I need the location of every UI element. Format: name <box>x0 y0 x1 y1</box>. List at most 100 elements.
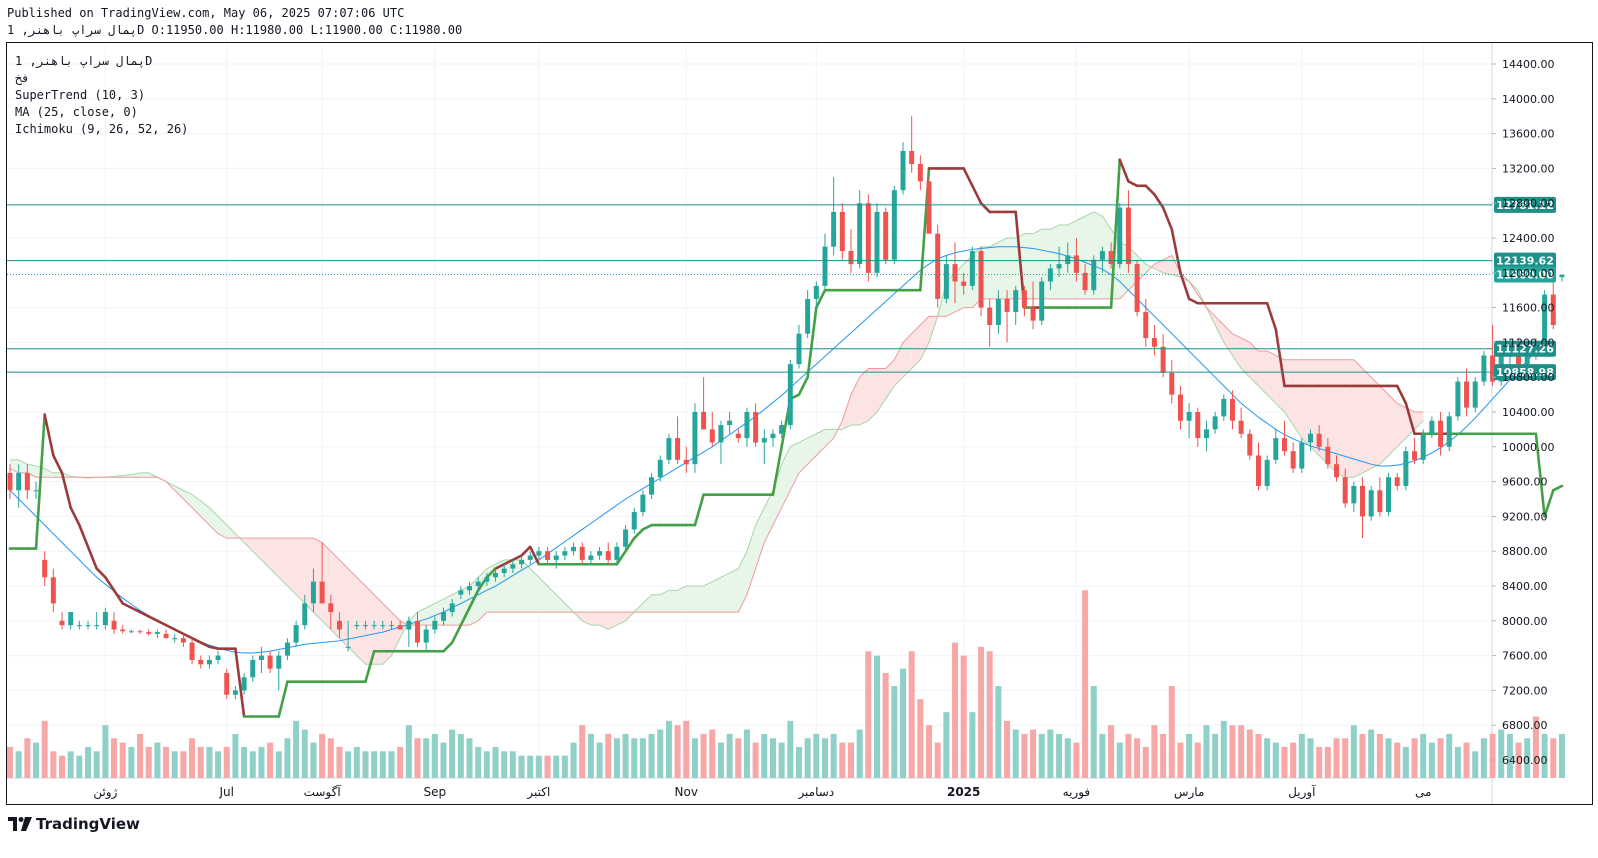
volume-bar <box>180 751 187 778</box>
candle-body <box>571 546 577 552</box>
cloud-segment <box>530 568 539 613</box>
candle-body <box>380 625 386 627</box>
candle-body <box>770 433 776 439</box>
candle-body <box>683 459 689 465</box>
volume-bar <box>1047 729 1054 778</box>
candle-body <box>94 625 100 627</box>
volume-bar <box>15 751 22 778</box>
cloud-segment <box>313 538 323 621</box>
candle-body <box>1238 420 1244 434</box>
candle-body <box>813 285 819 299</box>
supertrend-segment <box>78 523 90 549</box>
volume-bar <box>440 742 447 778</box>
x-tick-label: مارس <box>1174 785 1205 800</box>
volume-bar <box>33 742 40 778</box>
volume-bar <box>1272 742 1279 778</box>
candle-body <box>1386 477 1392 513</box>
legend-ma[interactable]: MA (25, close, 0) <box>15 104 188 121</box>
y-tick-label: 8400.00 <box>1502 580 1548 593</box>
candle-body <box>692 412 698 465</box>
volume-bar <box>1220 720 1227 778</box>
volume-bar <box>648 733 655 778</box>
supertrend-segment <box>797 375 809 396</box>
volume-bar <box>163 746 170 778</box>
candle-body <box>605 551 611 560</box>
volume-bar <box>978 646 985 778</box>
candle-body <box>33 490 39 492</box>
candle-body <box>935 233 941 299</box>
cloud-segment <box>44 468 54 478</box>
candle-body <box>423 629 429 643</box>
volume-bar <box>960 655 967 778</box>
candle-body <box>85 625 91 627</box>
volume-bar <box>631 738 638 778</box>
candle-body <box>1221 398 1227 417</box>
candle-body <box>1186 412 1192 421</box>
candle-body <box>1464 381 1470 408</box>
candle-body <box>1177 394 1183 421</box>
cloud-segment <box>920 316 930 360</box>
legend-ichimoku[interactable]: Ichimoku (9, 26, 52, 26) <box>15 121 188 138</box>
cloud-segment <box>1336 359 1346 478</box>
candle-body <box>501 568 507 573</box>
y-tick-label: 13200.00 <box>1502 162 1555 175</box>
volume-bar <box>769 738 776 778</box>
candle-body <box>24 472 30 491</box>
y-tick-label: 14000.00 <box>1502 93 1555 106</box>
supertrend-segment <box>182 632 194 640</box>
candle-body <box>493 572 499 578</box>
supertrend-segment <box>173 628 185 636</box>
volume-bar <box>353 746 360 778</box>
supertrend-segment <box>1395 384 1408 405</box>
candle-body <box>310 581 316 604</box>
volume-bar <box>327 738 334 778</box>
candle-body <box>1334 464 1340 478</box>
y-tick-label: 10800.00 <box>1502 371 1555 384</box>
volume-bar <box>1376 733 1383 778</box>
volume-bar <box>492 746 499 778</box>
candle-body <box>614 546 620 560</box>
volume-bar <box>518 755 525 778</box>
candle-body <box>701 412 707 430</box>
tradingview-logo[interactable]: TradingView <box>8 815 140 833</box>
cloud-segment <box>382 603 392 665</box>
candle-body <box>432 620 438 630</box>
volume-bar <box>544 755 551 778</box>
candle-body <box>969 251 975 286</box>
volume-bar <box>414 738 421 778</box>
y-tick-label: 14400.00 <box>1502 58 1555 71</box>
cloud-segment <box>53 472 63 478</box>
candle-body <box>172 638 178 640</box>
cloud-segment <box>270 538 279 578</box>
volume-bar <box>1021 733 1028 778</box>
volume-bar <box>804 738 811 778</box>
candle-body <box>371 625 377 627</box>
volume-bar <box>613 738 620 778</box>
cloud-segment <box>1397 403 1406 447</box>
supertrend-segment <box>277 680 289 718</box>
legend-supertrend[interactable]: SuperTrend (10, 3) <box>15 87 188 104</box>
candle-body <box>345 646 351 648</box>
supertrend-segment <box>43 413 55 457</box>
volume-bar <box>1264 738 1271 778</box>
candle-body <box>154 632 160 634</box>
volume-bar <box>587 733 594 778</box>
volume-bar <box>1463 742 1470 778</box>
supertrend-segment <box>1144 184 1156 196</box>
volume-bar <box>1368 729 1375 778</box>
candle-body <box>1429 420 1435 434</box>
candle-body <box>1299 442 1305 469</box>
price-chart[interactable]: 12781.1212139.6211980.0011127.2610858.98… <box>0 0 1598 858</box>
candle-body <box>787 364 793 426</box>
candle-body <box>1316 433 1322 447</box>
candle-body <box>1099 251 1105 260</box>
volume-bar <box>561 755 568 778</box>
candle-body <box>597 551 603 556</box>
candle-body <box>111 620 117 630</box>
volume-bar <box>275 751 282 778</box>
cloud-segment <box>1388 394 1398 456</box>
cloud-segment <box>720 572 730 613</box>
candle-body <box>250 659 256 678</box>
candle-body <box>709 429 715 443</box>
x-tick-label: فوریه <box>1063 785 1091 800</box>
